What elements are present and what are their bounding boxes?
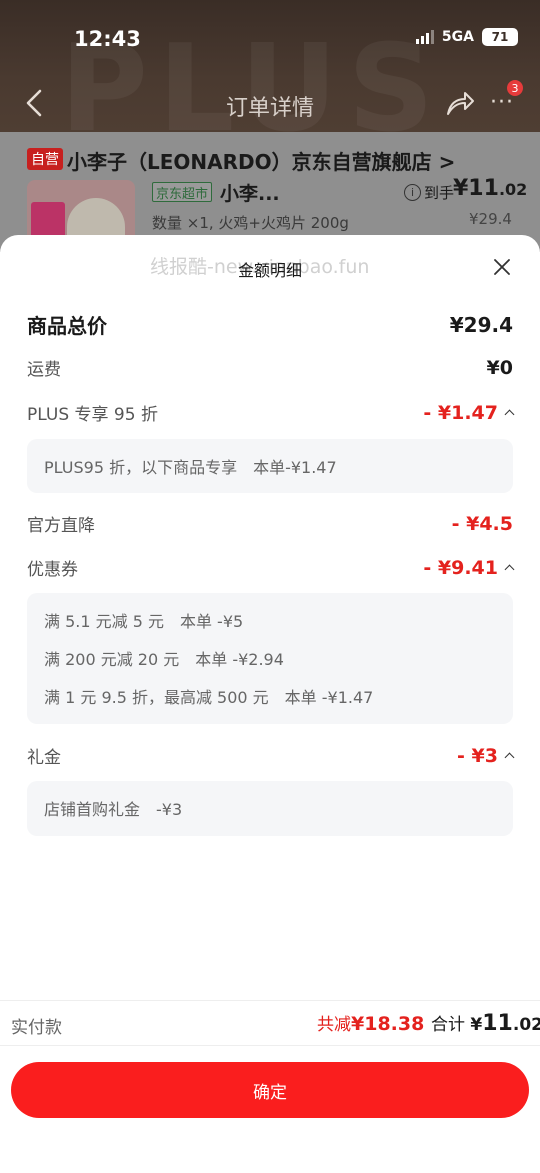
product-name[interactable]: 小李...	[220, 179, 280, 206]
official-discount-row: 官方直降 - ¥4.5	[27, 511, 513, 537]
total-price-row: 商品总价 ¥29.4	[27, 310, 513, 339]
plus-detail-box: PLUS95 折，以下商品专享 本单-¥1.47	[27, 439, 513, 493]
coupon-row[interactable]: 优惠券 - ¥9.41	[27, 555, 515, 580]
plus-detail-line: PLUS95 折，以下商品专享 本单-¥1.47	[44, 458, 337, 477]
total-saved: 共减¥18.38	[317, 1013, 425, 1035]
total-price-value: ¥29.4	[449, 312, 513, 337]
store-name-link[interactable]: 小李子（LEONARDO）京东自营旗舰店 >	[67, 146, 455, 175]
official-discount-label: 官方直降	[27, 516, 95, 536]
got-label: 到手	[424, 184, 455, 202]
collapse-chevron-icon[interactable]	[504, 752, 515, 763]
total-price-label: 商品总价	[27, 314, 107, 338]
confirm-button[interactable]: 确定	[11, 1062, 529, 1118]
gift-label: 礼金	[27, 748, 61, 768]
shipping-value: ¥0	[486, 356, 513, 379]
plus-discount-value: - ¥1.47	[423, 402, 515, 424]
official-discount-value: - ¥4.5	[451, 512, 513, 535]
sheet-title: 金额明细	[237, 261, 302, 280]
share-icon[interactable]	[444, 88, 476, 118]
self-operated-tag: 自营	[27, 148, 63, 170]
quantity-spec: 数量 ×1, 火鸡+火鸡片 200g	[152, 214, 349, 232]
coupon-value: - ¥9.41	[423, 557, 515, 579]
collapse-chevron-icon[interactable]	[504, 564, 515, 575]
status-time: 12:43	[74, 27, 141, 51]
gift-detail-box: 店铺首购礼金 -¥3	[27, 781, 513, 836]
paid-label: 实付款	[11, 1018, 62, 1038]
coupon-label: 优惠券	[27, 560, 78, 580]
got-price: ¥11.02	[453, 176, 528, 201]
more-badge: 3	[507, 80, 523, 96]
product-card: 自营 小李子（LEONARDO）京东自营旗舰店 > 京东超市 小李... i 到…	[0, 132, 540, 252]
payment-summary-bar: 实付款 共减¥18.38 合计 ¥11.02	[0, 1000, 540, 1046]
shipping-label: 运费	[27, 360, 61, 380]
coupon-detail-line: 满 5.1 元减 5 元 本单 -¥5	[44, 612, 244, 631]
gift-row[interactable]: 礼金 - ¥3	[27, 743, 515, 768]
signal-icon	[415, 30, 434, 44]
jd-supermarket-tag: 京东超市	[152, 182, 213, 202]
collapse-chevron-icon[interactable]	[504, 409, 515, 420]
status-indicators: 5GA 71	[415, 28, 518, 46]
shipping-row: 运费 ¥0	[27, 355, 513, 381]
header-background: PLUS 12:43 5GA 71 订单详情 ··· 3	[0, 0, 540, 132]
coupon-detail-line: 满 1 元 9.5 折，最高减 500 元 本单 -¥1.47	[44, 688, 374, 707]
plus-discount-row[interactable]: PLUS 专享 95 折 - ¥1.47	[27, 400, 515, 425]
gift-detail-line: 店铺首购礼金 -¥3	[44, 800, 183, 819]
gift-value: - ¥3	[457, 745, 515, 767]
grand-total: 合计 ¥11.02	[431, 1011, 540, 1036]
battery-icon: 71	[482, 28, 518, 46]
coupon-detail-line: 满 200 元减 20 元 本单 -¥2.94	[44, 650, 284, 669]
coupon-detail-box: 满 5.1 元减 5 元 本单 -¥5 满 200 元减 20 元 本单 -¥2…	[27, 593, 513, 724]
network-label: 5GA	[441, 29, 474, 45]
plus-discount-label: PLUS 专享 95 折	[27, 405, 158, 425]
nav-bar: 订单详情 ··· 3	[0, 78, 540, 128]
close-icon[interactable]	[490, 255, 514, 279]
original-price: ¥29.4	[469, 210, 512, 228]
info-icon[interactable]: i	[404, 184, 421, 201]
